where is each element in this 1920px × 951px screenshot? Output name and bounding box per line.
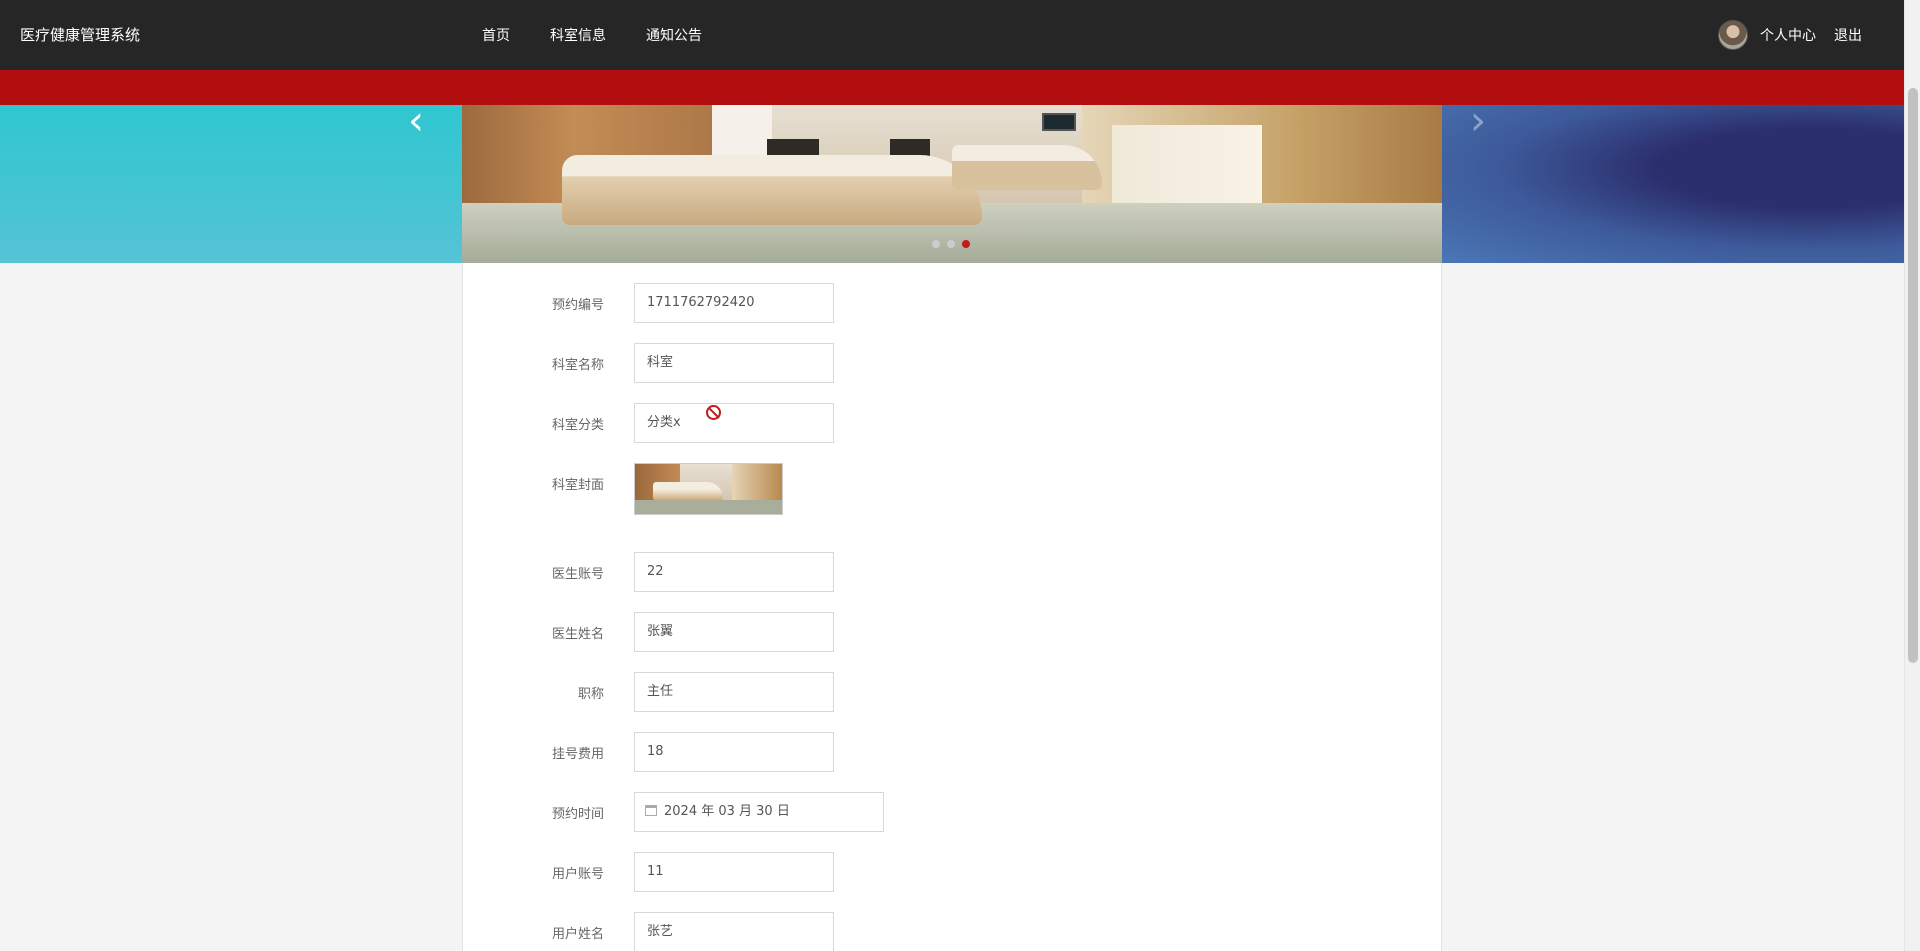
form-row-appointment-no: 预约编号 1711762792420 [463, 283, 1443, 323]
appointment-no-field[interactable]: 1711762792420 [634, 283, 834, 323]
appointment-time-field[interactable]: 2024 年 03 月 30 日 [634, 792, 884, 832]
field-label: 科室分类 [551, 418, 604, 433]
accent-bar [0, 70, 1904, 105]
form-row-user-name: 用户姓名 张艺 [463, 912, 1443, 951]
chevron-right-icon[interactable]: › [1470, 101, 1496, 141]
user-name-field[interactable]: 张艺 [634, 912, 834, 951]
form-row-appointment-time: 预约时间 2024 年 03 月 30 日 [463, 792, 1443, 832]
nav-item-notices[interactable]: 通知公告 [646, 25, 702, 45]
form-row-user-account: 用户账号 11 [463, 852, 1443, 892]
department-name-field[interactable]: 科室 [634, 343, 834, 383]
field-label: 科室封面 [551, 478, 604, 493]
carousel-dot[interactable] [947, 240, 955, 248]
field-label: 用户账号 [551, 867, 604, 882]
carousel-dot[interactable] [932, 240, 940, 248]
avatar[interactable] [1718, 20, 1748, 50]
app-title: 医疗健康管理系统 [20, 26, 141, 44]
field-label: 医生姓名 [551, 627, 604, 642]
user-account-field[interactable]: 11 [634, 852, 834, 892]
nav-item-departments[interactable]: 科室信息 [550, 25, 606, 45]
form-row-doctor-name: 医生姓名 张翼 [463, 612, 1443, 652]
doctor-title-field[interactable]: 主任 [634, 672, 834, 712]
logout-link[interactable]: 退出 [1834, 25, 1862, 45]
doctor-name-field[interactable]: 张翼 [634, 612, 834, 652]
field-label: 职称 [577, 687, 604, 702]
nav-item-home[interactable]: 首页 [482, 25, 510, 45]
carousel-indicators [932, 240, 970, 248]
user-area: 个人中心 退出 [1718, 20, 1862, 50]
chevron-left-icon[interactable]: ‹ [408, 101, 434, 141]
department-cover-image [634, 463, 783, 515]
field-label: 用户姓名 [551, 927, 604, 942]
doctor-account-field[interactable]: 22 [634, 552, 834, 592]
personal-center-link[interactable]: 个人中心 [1760, 25, 1816, 45]
field-label: 医生账号 [551, 567, 604, 582]
department-category-field[interactable]: 分类x [634, 403, 834, 443]
appointment-detail-form: 预约编号 1711762792420 科室名称 科室 科室分类 分类x 科室封面… [462, 263, 1442, 951]
carousel-slide-previous [0, 105, 462, 263]
registration-fee-field[interactable]: 18 [634, 732, 834, 772]
field-label: 预约时间 [551, 807, 604, 822]
appointment-time-value: 2024 年 03 月 30 日 [664, 804, 790, 819]
form-row-doctor-account: 医生账号 22 [463, 552, 1443, 592]
scrollbar[interactable] [1904, 0, 1920, 951]
not-allowed-cursor-icon [706, 405, 721, 420]
carousel-slide-next [1442, 105, 1904, 263]
carousel-dot-active[interactable] [962, 240, 970, 248]
field-label: 科室名称 [551, 358, 604, 373]
calendar-icon [645, 805, 657, 816]
form-row-department-cover: 科室封面 [463, 463, 1443, 517]
scrollbar-thumb[interactable] [1908, 88, 1918, 663]
form-row-department-category: 科室分类 分类x [463, 403, 1443, 443]
field-label: 挂号费用 [551, 747, 604, 762]
form-row-title: 职称 主任 [463, 672, 1443, 712]
field-label: 预约编号 [551, 298, 604, 313]
top-navbar: 医疗健康管理系统 首页 科室信息 通知公告 个人中心 退出 [0, 0, 1904, 70]
form-row-department-name: 科室名称 科室 [463, 343, 1443, 383]
form-row-registration-fee: 挂号费用 18 [463, 732, 1443, 772]
